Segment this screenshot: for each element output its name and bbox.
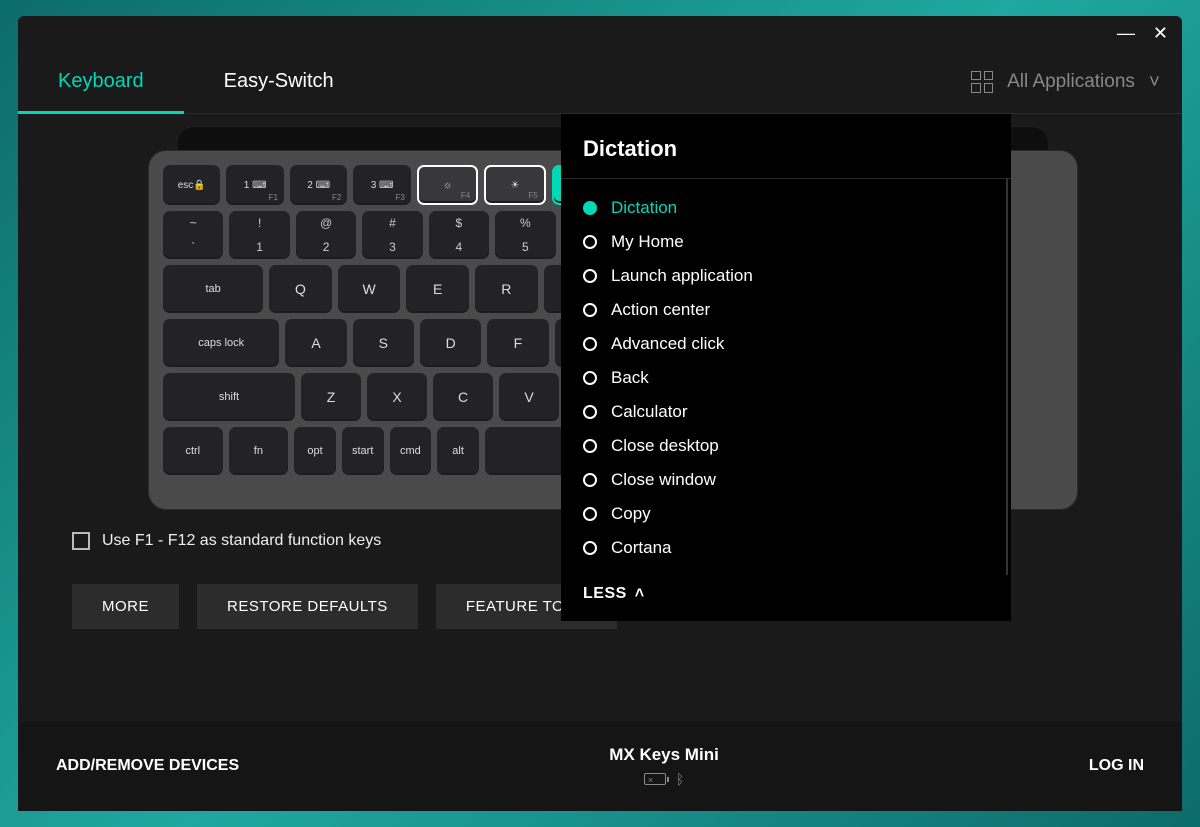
- key-shift[interactable]: shift: [163, 373, 295, 421]
- device-status-icons: × ᛒ: [644, 771, 684, 787]
- key-fn[interactable]: fn: [229, 427, 289, 475]
- panel-option-label: Close desktop: [611, 436, 719, 456]
- key-5[interactable]: %5: [495, 211, 555, 259]
- panel-title: Dictation: [561, 136, 1011, 179]
- radio-icon: [583, 405, 597, 419]
- minimize-icon[interactable]: —: [1117, 23, 1135, 44]
- panel-option-label: Calculator: [611, 402, 688, 422]
- key-f[interactable]: F: [487, 319, 548, 367]
- app-window: — ✕ Keyboard Easy-Switch All Application…: [18, 16, 1182, 811]
- radio-icon: [583, 303, 597, 317]
- panel-option-label: Launch application: [611, 266, 753, 286]
- more-button[interactable]: MORE: [72, 584, 179, 629]
- radio-icon: [583, 235, 597, 249]
- key-backtick[interactable]: ~`: [163, 211, 223, 259]
- key-3[interactable]: #3: [362, 211, 422, 259]
- footer: ADD/REMOVE DEVICES MX Keys Mini × ᛒ LOG …: [18, 721, 1182, 811]
- key-f5[interactable]: ☀: [484, 165, 545, 205]
- panel-option-label: Dictation: [611, 198, 677, 218]
- radio-icon: [583, 201, 597, 215]
- radio-icon: [583, 541, 597, 555]
- titlebar: — ✕: [18, 16, 1182, 50]
- restore-defaults-button[interactable]: RESTORE DEFAULTS: [197, 584, 418, 629]
- less-label: LESS: [583, 585, 627, 603]
- radio-icon: [583, 507, 597, 521]
- key-esc[interactable]: esc🔒: [163, 165, 220, 205]
- panel-option-label: My Home: [611, 232, 684, 252]
- radio-icon: [583, 371, 597, 385]
- app-scope-label: All Applications: [1007, 71, 1135, 93]
- panel-option[interactable]: My Home: [583, 225, 984, 259]
- tab-keyboard[interactable]: Keyboard: [18, 50, 184, 113]
- panel-option-label: Action center: [611, 300, 710, 320]
- key-capslock[interactable]: caps lock: [163, 319, 279, 367]
- close-icon[interactable]: ✕: [1153, 23, 1168, 44]
- panel-option[interactable]: Launch application: [583, 259, 984, 293]
- app-scope-selector[interactable]: All Applications ˅: [971, 71, 1160, 93]
- login-button[interactable]: LOG IN: [1089, 757, 1144, 775]
- key-s[interactable]: S: [353, 319, 414, 367]
- fn-standard-checkbox[interactable]: [72, 532, 90, 550]
- battery-icon: ×: [644, 773, 666, 785]
- panel-option-label: Cortana: [611, 538, 671, 558]
- panel-option-label: Advanced click: [611, 334, 724, 354]
- key-r[interactable]: R: [475, 265, 538, 313]
- device-name: MX Keys Mini: [609, 745, 719, 765]
- panel-option[interactable]: Advanced click: [583, 327, 984, 361]
- key-f4[interactable]: ☼: [417, 165, 478, 205]
- key-e[interactable]: E: [406, 265, 469, 313]
- panel-option[interactable]: Cortana: [583, 531, 984, 565]
- add-remove-devices-button[interactable]: ADD/REMOVE DEVICES: [56, 757, 239, 775]
- panel-option[interactable]: Action center: [583, 293, 984, 327]
- panel-option-label: Copy: [611, 504, 651, 524]
- panel-option-label: Close window: [611, 470, 716, 490]
- key-cmd[interactable]: cmd: [390, 427, 432, 475]
- fn-standard-label: Use F1 - F12 as standard function keys: [102, 532, 381, 550]
- panel-option[interactable]: Back: [583, 361, 984, 395]
- bluetooth-icon: ᛒ: [676, 771, 684, 787]
- key-w[interactable]: W: [338, 265, 401, 313]
- less-toggle[interactable]: LESS ˄: [561, 575, 1011, 603]
- chevron-up-icon: ˄: [635, 585, 645, 603]
- grid-icon: [971, 71, 993, 93]
- key-x[interactable]: X: [367, 373, 427, 421]
- panel-option[interactable]: Copy: [583, 497, 984, 531]
- device-indicator[interactable]: MX Keys Mini × ᛒ: [609, 745, 719, 787]
- tab-easy-switch[interactable]: Easy-Switch: [184, 50, 374, 113]
- key-opt[interactable]: opt: [294, 427, 336, 475]
- key-1[interactable]: !1: [229, 211, 289, 259]
- key-start[interactable]: start: [342, 427, 384, 475]
- key-4[interactable]: $4: [429, 211, 489, 259]
- action-picker-panel: Dictation Dictation My Home Launch applica…: [561, 114, 1011, 621]
- key-d[interactable]: D: [420, 319, 481, 367]
- key-f1[interactable]: 1 ⌨: [226, 165, 283, 205]
- chevron-down-icon: ˅: [1149, 72, 1160, 94]
- panel-option-label: Back: [611, 368, 649, 388]
- panel-option-list: Dictation My Home Launch application Action…: [561, 179, 1008, 575]
- key-2[interactable]: @2: [296, 211, 356, 259]
- key-c[interactable]: C: [433, 373, 493, 421]
- key-alt[interactable]: alt: [437, 427, 479, 475]
- key-ctrl[interactable]: ctrl: [163, 427, 223, 475]
- radio-icon: [583, 269, 597, 283]
- content-area: esc🔒 1 ⌨ 2 ⌨ 3 ⌨ ☼ ☀ 🎤 ~` !1 @2 #3 $4: [18, 114, 1182, 721]
- radio-icon: [583, 473, 597, 487]
- key-a[interactable]: A: [285, 319, 346, 367]
- key-v[interactable]: V: [499, 373, 559, 421]
- key-tab[interactable]: tab: [163, 265, 263, 313]
- tabs: Keyboard Easy-Switch: [18, 50, 374, 113]
- radio-icon: [583, 337, 597, 351]
- panel-option[interactable]: Calculator: [583, 395, 984, 429]
- radio-icon: [583, 439, 597, 453]
- key-z[interactable]: Z: [301, 373, 361, 421]
- panel-option[interactable]: Close window: [583, 463, 984, 497]
- key-f2[interactable]: 2 ⌨: [290, 165, 347, 205]
- panel-option[interactable]: Dictation: [583, 191, 984, 225]
- panel-option[interactable]: Close desktop: [583, 429, 984, 463]
- key-q[interactable]: Q: [269, 265, 332, 313]
- key-f3[interactable]: 3 ⌨: [353, 165, 410, 205]
- topbar: Keyboard Easy-Switch All Applications ˅: [18, 50, 1182, 114]
